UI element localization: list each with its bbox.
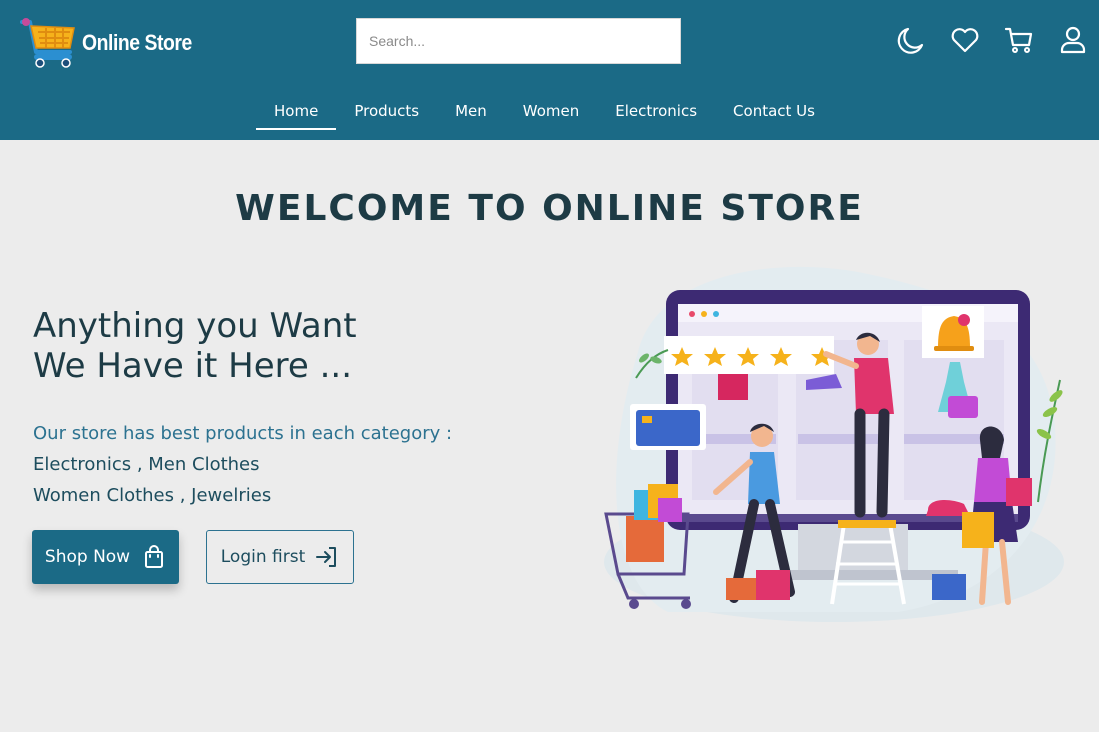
nav-item-electronics[interactable]: Electronics	[597, 92, 715, 130]
login-first-button[interactable]: Login first	[206, 530, 354, 584]
shopping-cart-logo-icon	[20, 18, 75, 68]
nav-item-products[interactable]: Products	[336, 92, 437, 130]
headline-line-2: We Have it Here ...	[33, 346, 353, 386]
user-icon[interactable]	[1057, 24, 1089, 56]
description-line-1: Our store has best products in each cate…	[33, 423, 453, 444]
hero-headline: Anything you Want We Have it Here ...	[33, 306, 357, 386]
login-icon	[316, 547, 337, 567]
shop-now-label: Shop Now	[44, 547, 131, 567]
main-nav: Home Products Men Women Electronics Cont…	[0, 92, 1099, 130]
login-first-label: Login first	[220, 547, 306, 567]
welcome-heading: WELCOME TO ONLINE STORE	[235, 188, 864, 229]
description-line-3: Women Clothes , Jewelries	[33, 485, 272, 506]
nav-item-men[interactable]: Men	[437, 92, 505, 130]
search-input[interactable]	[357, 19, 680, 63]
brand-name: Online Store	[82, 30, 192, 55]
hero-description: Our store has best products in each cate…	[33, 418, 452, 511]
headline-line-1: Anything you Want	[33, 306, 357, 346]
header: Online Store Home Products Men Women Ele…	[0, 0, 1099, 140]
nav-item-contact-us[interactable]: Contact Us	[715, 92, 833, 130]
shop-now-button[interactable]: Shop Now	[32, 530, 179, 584]
moon-icon[interactable]	[895, 24, 927, 56]
description-line-2: Electronics , Men Clothes	[33, 454, 260, 475]
header-icons	[895, 24, 1089, 56]
cart-icon[interactable]	[1003, 24, 1035, 56]
online-shopping-illustration	[604, 266, 1064, 622]
nav-item-home[interactable]: Home	[256, 92, 337, 130]
brand-logo[interactable]: Online Store	[18, 16, 207, 70]
search-box	[356, 18, 681, 64]
heart-icon[interactable]	[949, 24, 981, 56]
shopping-bag-icon	[145, 545, 164, 568]
nav-item-women[interactable]: Women	[505, 92, 597, 130]
